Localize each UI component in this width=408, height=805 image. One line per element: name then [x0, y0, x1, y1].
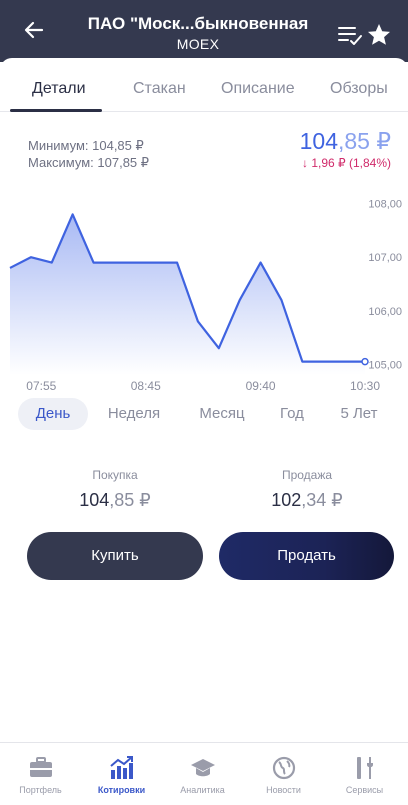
nav-analytics[interactable]: Аналитика: [162, 743, 243, 805]
y-tick-label: 107,00: [368, 252, 402, 264]
bar-chart-icon: [110, 756, 133, 779]
sell-quote-integer: 102: [271, 490, 302, 510]
buy-quote-integer: 104: [79, 490, 110, 510]
tab-details[interactable]: Детали: [32, 80, 86, 110]
tools-icon: [357, 757, 373, 779]
period-day[interactable]: День: [18, 398, 88, 430]
bottom-navigation: Портфель Котировки Аналитика Новости Сер…: [0, 742, 408, 805]
nav-portfolio[interactable]: Портфель: [0, 743, 81, 805]
instrument-ticker: MOEX: [176, 36, 220, 52]
nav-services[interactable]: Сервисы: [324, 743, 405, 805]
back-arrow-icon[interactable]: [20, 16, 48, 44]
graduation-cap-icon: [191, 759, 215, 777]
sell-quote: Продажа 102,34 ₽: [207, 468, 407, 511]
min-price: Минимум: 104,85 ₽: [28, 138, 144, 153]
y-tick-label: 106,00: [368, 306, 402, 318]
x-tick-label: 07:55: [26, 379, 56, 393]
period-five-years[interactable]: 5 Лет: [326, 398, 392, 430]
top-bar: ПАО "Моск...быкновенная MOEX: [0, 0, 408, 62]
tab-description[interactable]: Описание: [221, 80, 295, 110]
sell-button[interactable]: Продать: [219, 532, 394, 580]
buy-quote-label: Покупка: [92, 468, 138, 482]
briefcase-icon: [30, 757, 52, 777]
buy-quote-value: 104,85 ₽: [15, 490, 215, 511]
instrument-title: ПАО "Моск...быкновенная: [87, 14, 309, 33]
x-tick-label: 08:45: [131, 379, 161, 393]
period-month[interactable]: Месяц: [186, 398, 258, 430]
watchlist-check-icon[interactable]: [337, 22, 363, 48]
period-selector: День Неделя Месяц Год 5 Лет: [0, 398, 408, 432]
nav-news[interactable]: Новости: [243, 743, 324, 805]
price-range: Минимум: 104,85 ₽ Максимум: 107,85 ₽: [28, 137, 149, 171]
sell-quote-decimal: ,34 ₽: [301, 490, 343, 510]
nav-services-label: Сервисы: [345, 785, 384, 795]
period-week[interactable]: Неделя: [94, 398, 174, 430]
y-tick-label: 105,00: [368, 359, 402, 371]
active-tab-indicator: [10, 109, 102, 112]
sell-quote-value: 102,34 ₽: [207, 490, 407, 511]
price-change: ↓ 1,96 ₽ (1,84%): [301, 156, 391, 170]
buy-button[interactable]: Купить: [27, 532, 203, 580]
nav-quotes[interactable]: Котировки: [81, 743, 162, 805]
nav-news-label: Новости: [266, 785, 301, 795]
tab-order-book[interactable]: Стакан: [133, 80, 186, 110]
y-tick-label: 108,00: [368, 199, 402, 211]
current-price: 104,85 ₽: [300, 128, 391, 155]
x-tick-label: 09:40: [246, 379, 276, 393]
max-price: Максимум: 107,85 ₽: [28, 155, 150, 170]
favorite-star-icon[interactable]: [366, 22, 392, 48]
globe-icon: [272, 756, 296, 780]
nav-analytics-label: Аналитика: [180, 785, 225, 795]
sell-quote-label: Продажа: [281, 468, 333, 482]
detail-tabs: Детали Стакан Описание Обзоры: [0, 62, 408, 112]
tab-reviews[interactable]: Обзоры: [330, 80, 388, 110]
last-price-marker: [361, 357, 369, 366]
period-year[interactable]: Год: [266, 398, 318, 430]
nav-portfolio-label: Портфель: [19, 785, 62, 795]
price-chart[interactable]: 108,00 107,00 106,00 105,00 07:55 08:45 09:40…: [0, 185, 408, 410]
nav-quotes-label: Котировки: [97, 785, 146, 795]
x-tick-label: 10:30: [350, 379, 380, 393]
current-price-integer: 104: [299, 128, 338, 154]
current-price-decimal: ,85 ₽: [338, 128, 391, 154]
buy-quote: Покупка 104,85 ₽: [15, 468, 215, 511]
buy-quote-decimal: ,85 ₽: [109, 490, 151, 510]
